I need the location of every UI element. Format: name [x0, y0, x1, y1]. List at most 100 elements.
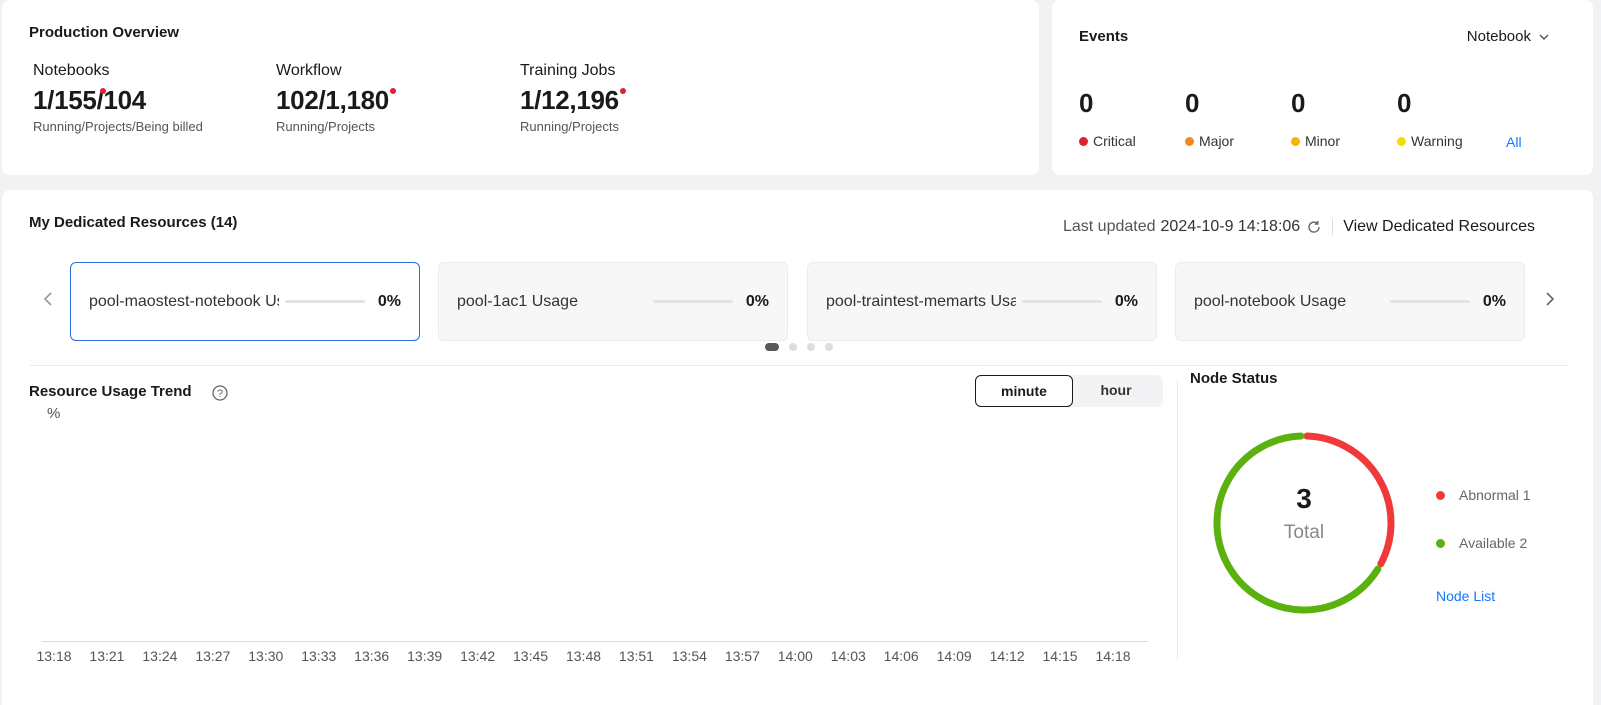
section-divider [30, 365, 1568, 366]
pool-usage-percent: 0% [1114, 292, 1138, 310]
node-status-title: Node Status [1190, 370, 1278, 387]
header-separator [1332, 219, 1334, 235]
pool-usage-percent: 0% [745, 292, 769, 310]
x-tick-label: 14:09 [936, 648, 972, 664]
production-overview-title: Production Overview [29, 24, 180, 41]
events-all-link[interactable]: All [1506, 134, 1522, 150]
pool-usage-percent: 0% [377, 292, 401, 310]
notebooks-stat[interactable]: Notebooks 1/155/104 Running/Projects/Bei… [33, 62, 203, 134]
pool-usage-bar [1022, 300, 1102, 303]
interval-toggle: minute hour [975, 375, 1163, 407]
view-dedicated-resources-link[interactable]: View Dedicated Resources [1343, 218, 1535, 236]
pool-usage-bar [285, 300, 365, 303]
chevron-down-icon [1539, 34, 1549, 40]
event-warning[interactable]: 0 Warning [1397, 88, 1463, 149]
x-tick-label: 13:18 [36, 648, 72, 664]
x-tick-label: 14:03 [830, 648, 866, 664]
node-total-count: 3 [1296, 483, 1312, 514]
x-tick-label: 14:00 [777, 648, 813, 664]
notebooks-value-text: 1/155/104 [33, 85, 146, 115]
x-tick-label: 13:21 [89, 648, 125, 664]
major-dot-icon [1185, 136, 1194, 146]
pager-dot-3[interactable] [807, 343, 815, 351]
training-jobs-sub: Running/Projects [520, 119, 619, 134]
notebooks-alert-dot [100, 88, 106, 94]
toggle-minute[interactable]: minute [975, 375, 1073, 407]
event-critical-count: 0 [1079, 88, 1094, 118]
abnormal-dot-icon [1436, 490, 1445, 500]
training-jobs-alert-dot [619, 88, 626, 94]
legend-abnormal-label: Abnormal 1 [1459, 487, 1531, 503]
trend-title: Resource Usage Trend [29, 383, 192, 400]
x-tick-label: 14:18 [1095, 648, 1131, 664]
notebooks-sub: Running/Projects/Being billed [33, 119, 203, 134]
pool-card-notebook[interactable]: pool-notebook Usage 0% [1175, 262, 1525, 341]
carousel-prev-icon[interactable] [40, 290, 58, 308]
x-tick-label: 13:36 [354, 648, 390, 664]
workflow-label: Workflow [276, 62, 342, 79]
x-tick-label: 14:15 [1042, 648, 1078, 664]
vertical-divider [1177, 380, 1178, 660]
pager-dot-2[interactable] [789, 343, 797, 351]
pool-card-maostest-notebook[interactable]: pool-maostest-notebook Usage 0% [70, 262, 420, 341]
pool-card-1ac1[interactable]: pool-1ac1 Usage 0% [438, 262, 788, 341]
events-title: Events [1079, 28, 1129, 45]
event-major-count: 0 [1185, 88, 1200, 118]
pool-usage-percent: 0% [1482, 292, 1506, 310]
last-updated-time: 2024-10-9 14:18:06 [1160, 218, 1301, 235]
event-warning-label: Warning [1411, 133, 1463, 149]
training-jobs-value-text: 1/12,196 [520, 85, 619, 115]
pool-name: pool-notebook Usage [1194, 292, 1347, 310]
warning-dot-icon [1397, 136, 1406, 146]
training-jobs-value: 1/12,196 [520, 85, 626, 116]
node-list-link[interactable]: Node List [1436, 588, 1495, 604]
workflow-value-text: 102/1,180 [276, 85, 389, 115]
x-tick-label: 13:24 [142, 648, 178, 664]
x-tick-label: 14:06 [883, 648, 919, 664]
events-card: Events Notebook 0 Critical 0 Major 0 Min… [1052, 0, 1593, 175]
events-filter-value: Notebook [1466, 28, 1531, 45]
svg-text:?: ? [217, 388, 223, 400]
training-jobs-stat[interactable]: Training Jobs 1/12,196 Running/Projects [520, 62, 626, 134]
x-tick-label: 13:45 [513, 648, 549, 664]
legend-abnormal[interactable]: Abnormal 1 [1436, 487, 1531, 503]
x-tick-label: 13:42 [460, 648, 496, 664]
event-minor[interactable]: 0 Minor [1291, 88, 1340, 149]
pool-card-traintest-memarts[interactable]: pool-traintest-memarts Usage 0% [807, 262, 1157, 341]
x-tick-label: 13:54 [671, 648, 707, 664]
carousel-next-icon[interactable] [1540, 290, 1558, 308]
pool-usage-bar [1390, 300, 1470, 303]
dedicated-resources-title: My Dedicated Resources (14) [29, 214, 238, 231]
x-tick-label: 13:51 [618, 648, 654, 664]
carousel-pager [765, 343, 843, 351]
toggle-hour[interactable]: hour [1067, 375, 1165, 407]
available-dot-icon [1436, 538, 1445, 548]
refresh-icon[interactable] [1306, 219, 1322, 235]
chart-unit-label: % [47, 405, 61, 422]
x-tick-label: 14:12 [989, 648, 1025, 664]
last-updated-label: Last updated [1062, 218, 1156, 235]
x-axis-line [42, 641, 1148, 642]
minor-dot-icon [1291, 136, 1300, 146]
x-tick-label: 13:30 [248, 648, 284, 664]
workflow-value: 102/1,180 [276, 85, 396, 116]
help-icon[interactable]: ? [211, 384, 229, 402]
x-tick-label: 13:57 [724, 648, 760, 664]
pool-name: pool-maostest-notebook Usage [89, 292, 279, 310]
node-total-label: Total [1283, 522, 1325, 543]
x-tick-label: 13:48 [565, 648, 602, 664]
event-major[interactable]: 0 Major [1185, 88, 1234, 149]
event-warning-count: 0 [1397, 88, 1412, 118]
event-critical[interactable]: 0 Critical [1079, 88, 1136, 149]
pool-name: pool-1ac1 Usage [457, 292, 578, 310]
event-major-label: Major [1199, 133, 1235, 149]
events-filter-dropdown[interactable]: Notebook [1467, 28, 1551, 45]
x-tick-label: 13:33 [301, 648, 337, 664]
production-overview-card: Production Overview Notebooks 1/155/104 … [2, 0, 1039, 175]
pager-dot-1[interactable] [765, 343, 779, 351]
pager-dot-4[interactable] [825, 343, 833, 351]
workflow-stat[interactable]: Workflow 102/1,180 Running/Projects [276, 62, 396, 134]
x-tick-label: 13:27 [195, 648, 231, 664]
legend-available[interactable]: Available 2 [1436, 535, 1527, 551]
event-minor-count: 0 [1291, 88, 1306, 118]
